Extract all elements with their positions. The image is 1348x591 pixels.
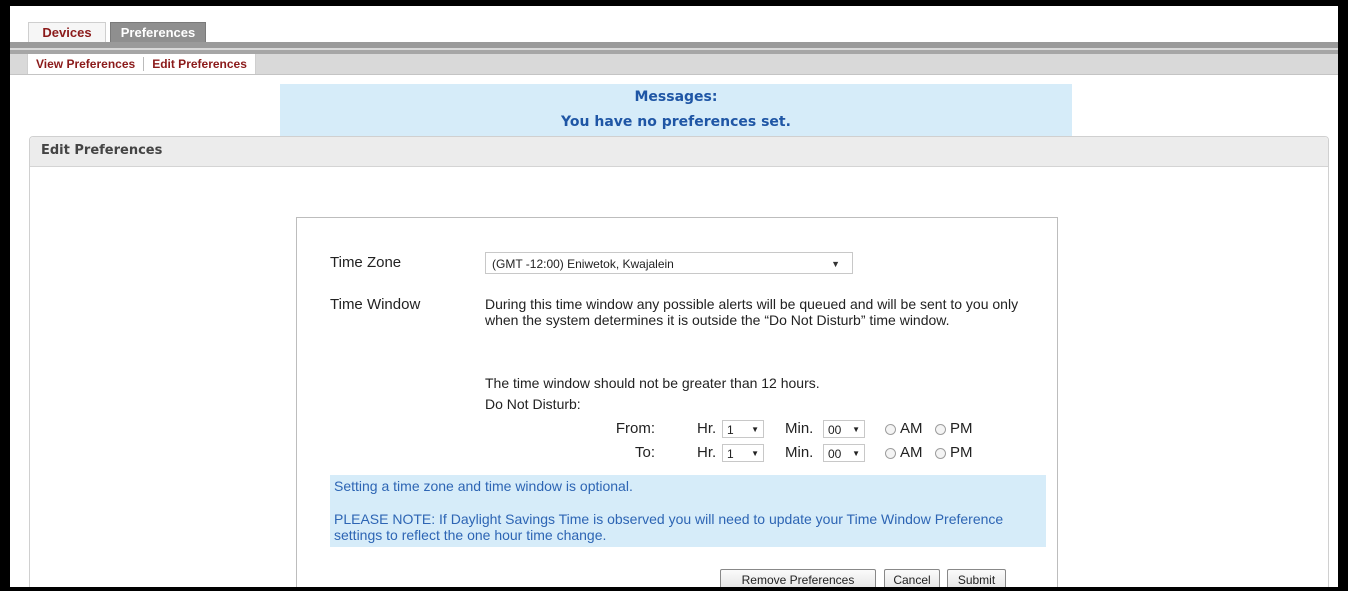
tab-preferences[interactable]: Preferences bbox=[110, 22, 206, 42]
cancel-button[interactable]: Cancel bbox=[884, 569, 940, 587]
main-tab-bar: Devices Preferences bbox=[10, 6, 1338, 42]
to-pm-radio[interactable] bbox=[935, 448, 946, 459]
time-window-limit-text: The time window should not be greater th… bbox=[485, 375, 820, 391]
from-label: From: bbox=[615, 420, 655, 437]
do-not-disturb-label: Do Not Disturb: bbox=[485, 396, 581, 412]
note-optional: Setting a time zone and time window is o… bbox=[334, 478, 633, 494]
from-min-label: Min. bbox=[785, 420, 814, 437]
to-minute-select[interactable]: 00 ▼ bbox=[823, 444, 865, 462]
from-hour-value: 1 bbox=[727, 423, 734, 437]
from-pm-radio[interactable] bbox=[935, 424, 946, 435]
submit-button[interactable]: Submit bbox=[947, 569, 1006, 587]
time-zone-value: (GMT -12:00) Eniwetok, Kwajalein bbox=[492, 257, 674, 271]
dropdown-arrow-icon: ▼ bbox=[751, 449, 759, 458]
dropdown-arrow-icon: ▼ bbox=[751, 425, 759, 434]
time-window-label: Time Window bbox=[330, 296, 421, 313]
subtab-edit-preferences[interactable]: Edit Preferences bbox=[144, 54, 255, 74]
sub-tab-bar: View Preferences Edit Preferences bbox=[10, 54, 1338, 75]
to-am-radio[interactable] bbox=[885, 448, 896, 459]
app-window: Devices Preferences View Preferences Edi… bbox=[10, 6, 1338, 587]
dnd-to-row: To: Hr. 1 ▼ Min. 00 ▼ AM PM bbox=[485, 444, 1005, 466]
messages-box: Messages: You have no preferences set. bbox=[280, 84, 1072, 136]
dropdown-arrow-icon: ▼ bbox=[852, 449, 860, 458]
from-minute-value: 00 bbox=[828, 423, 842, 437]
to-hr-label: Hr. bbox=[697, 444, 717, 461]
from-am-label: AM bbox=[900, 420, 923, 437]
time-zone-select[interactable]: (GMT -12:00) Eniwetok, Kwajalein ▼ bbox=[485, 252, 853, 274]
to-hour-select[interactable]: 1 ▼ bbox=[722, 444, 764, 462]
preferences-form: Time Zone (GMT -12:00) Eniwetok, Kwajale… bbox=[296, 217, 1058, 587]
dropdown-arrow-icon: ▼ bbox=[831, 259, 840, 269]
messages-text: You have no preferences set. bbox=[561, 114, 791, 130]
to-am-label: AM bbox=[900, 444, 923, 461]
messages-title: Messages: bbox=[634, 89, 718, 105]
dnd-from-row: From: Hr. 1 ▼ Min. 00 ▼ AM PM bbox=[485, 420, 1005, 442]
from-pm-label: PM bbox=[950, 420, 973, 437]
from-hr-label: Hr. bbox=[697, 420, 717, 437]
to-min-label: Min. bbox=[785, 444, 814, 461]
from-am-radio[interactable] bbox=[885, 424, 896, 435]
sub-tab-group: View Preferences Edit Preferences bbox=[27, 54, 256, 74]
note-daylight-savings: PLEASE NOTE: If Daylight Savings Time is… bbox=[334, 511, 1004, 543]
remove-preferences-button[interactable]: Remove Preferences bbox=[720, 569, 876, 587]
to-label: To: bbox=[634, 444, 655, 461]
from-hour-select[interactable]: 1 ▼ bbox=[722, 420, 764, 438]
to-pm-label: PM bbox=[950, 444, 973, 461]
dropdown-arrow-icon: ▼ bbox=[852, 425, 860, 434]
time-zone-label: Time Zone bbox=[330, 254, 402, 271]
to-minute-value: 00 bbox=[828, 447, 842, 461]
subtab-view-preferences[interactable]: View Preferences bbox=[28, 54, 143, 74]
panel-title: Edit Preferences bbox=[41, 143, 163, 158]
panel-header: Edit Preferences bbox=[30, 137, 1328, 167]
from-minute-select[interactable]: 00 ▼ bbox=[823, 420, 865, 438]
time-window-description: During this time window any possible ale… bbox=[485, 296, 1019, 328]
info-note: Setting a time zone and time window is o… bbox=[330, 475, 1046, 547]
to-hour-value: 1 bbox=[727, 447, 734, 461]
tab-devices[interactable]: Devices bbox=[28, 22, 106, 42]
